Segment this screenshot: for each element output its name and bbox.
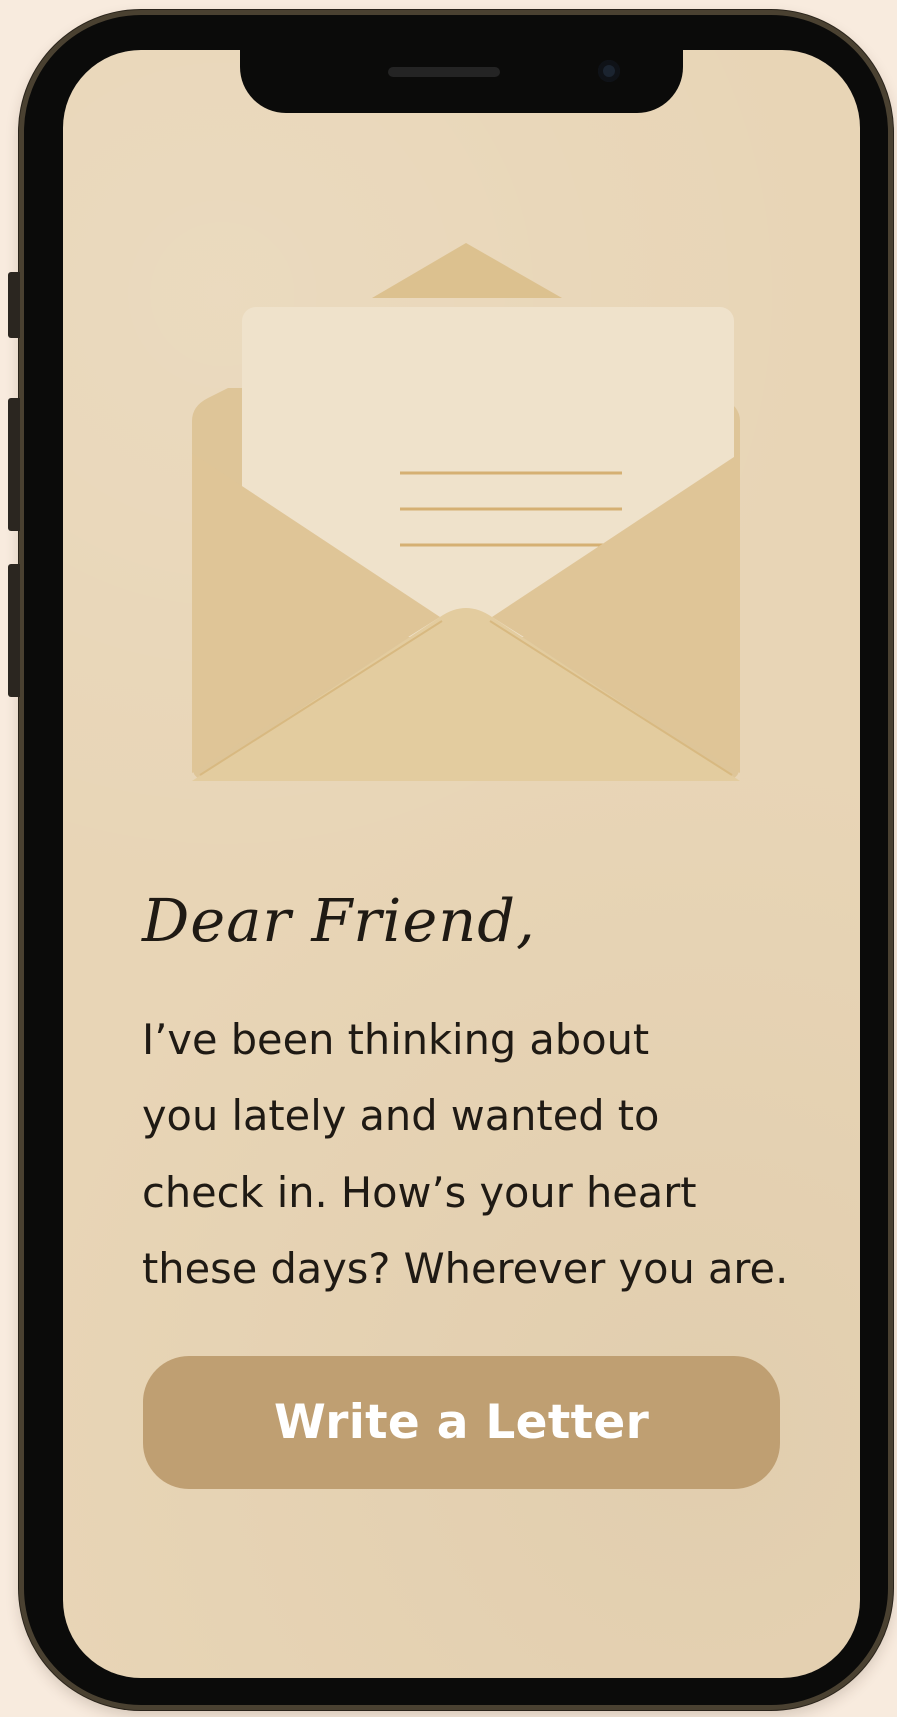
side-button-volume-up (8, 398, 20, 531)
write-letter-button[interactable]: Write a Letter (143, 1356, 780, 1489)
front-camera-icon (598, 60, 620, 82)
page: Dear Friend, I’ve been thinking about yo… (0, 0, 897, 1717)
speaker-grille (388, 67, 500, 77)
open-envelope-with-letter-icon (192, 243, 740, 781)
side-button-volume-down (8, 564, 20, 697)
app-screen: Dear Friend, I’ve been thinking about yo… (63, 50, 860, 1678)
side-button-mute (8, 272, 20, 338)
letter-salutation: Dear Friend, (142, 886, 536, 955)
notch (240, 50, 683, 113)
letter-body: I’ve been thinking about you lately and … (142, 1015, 789, 1294)
